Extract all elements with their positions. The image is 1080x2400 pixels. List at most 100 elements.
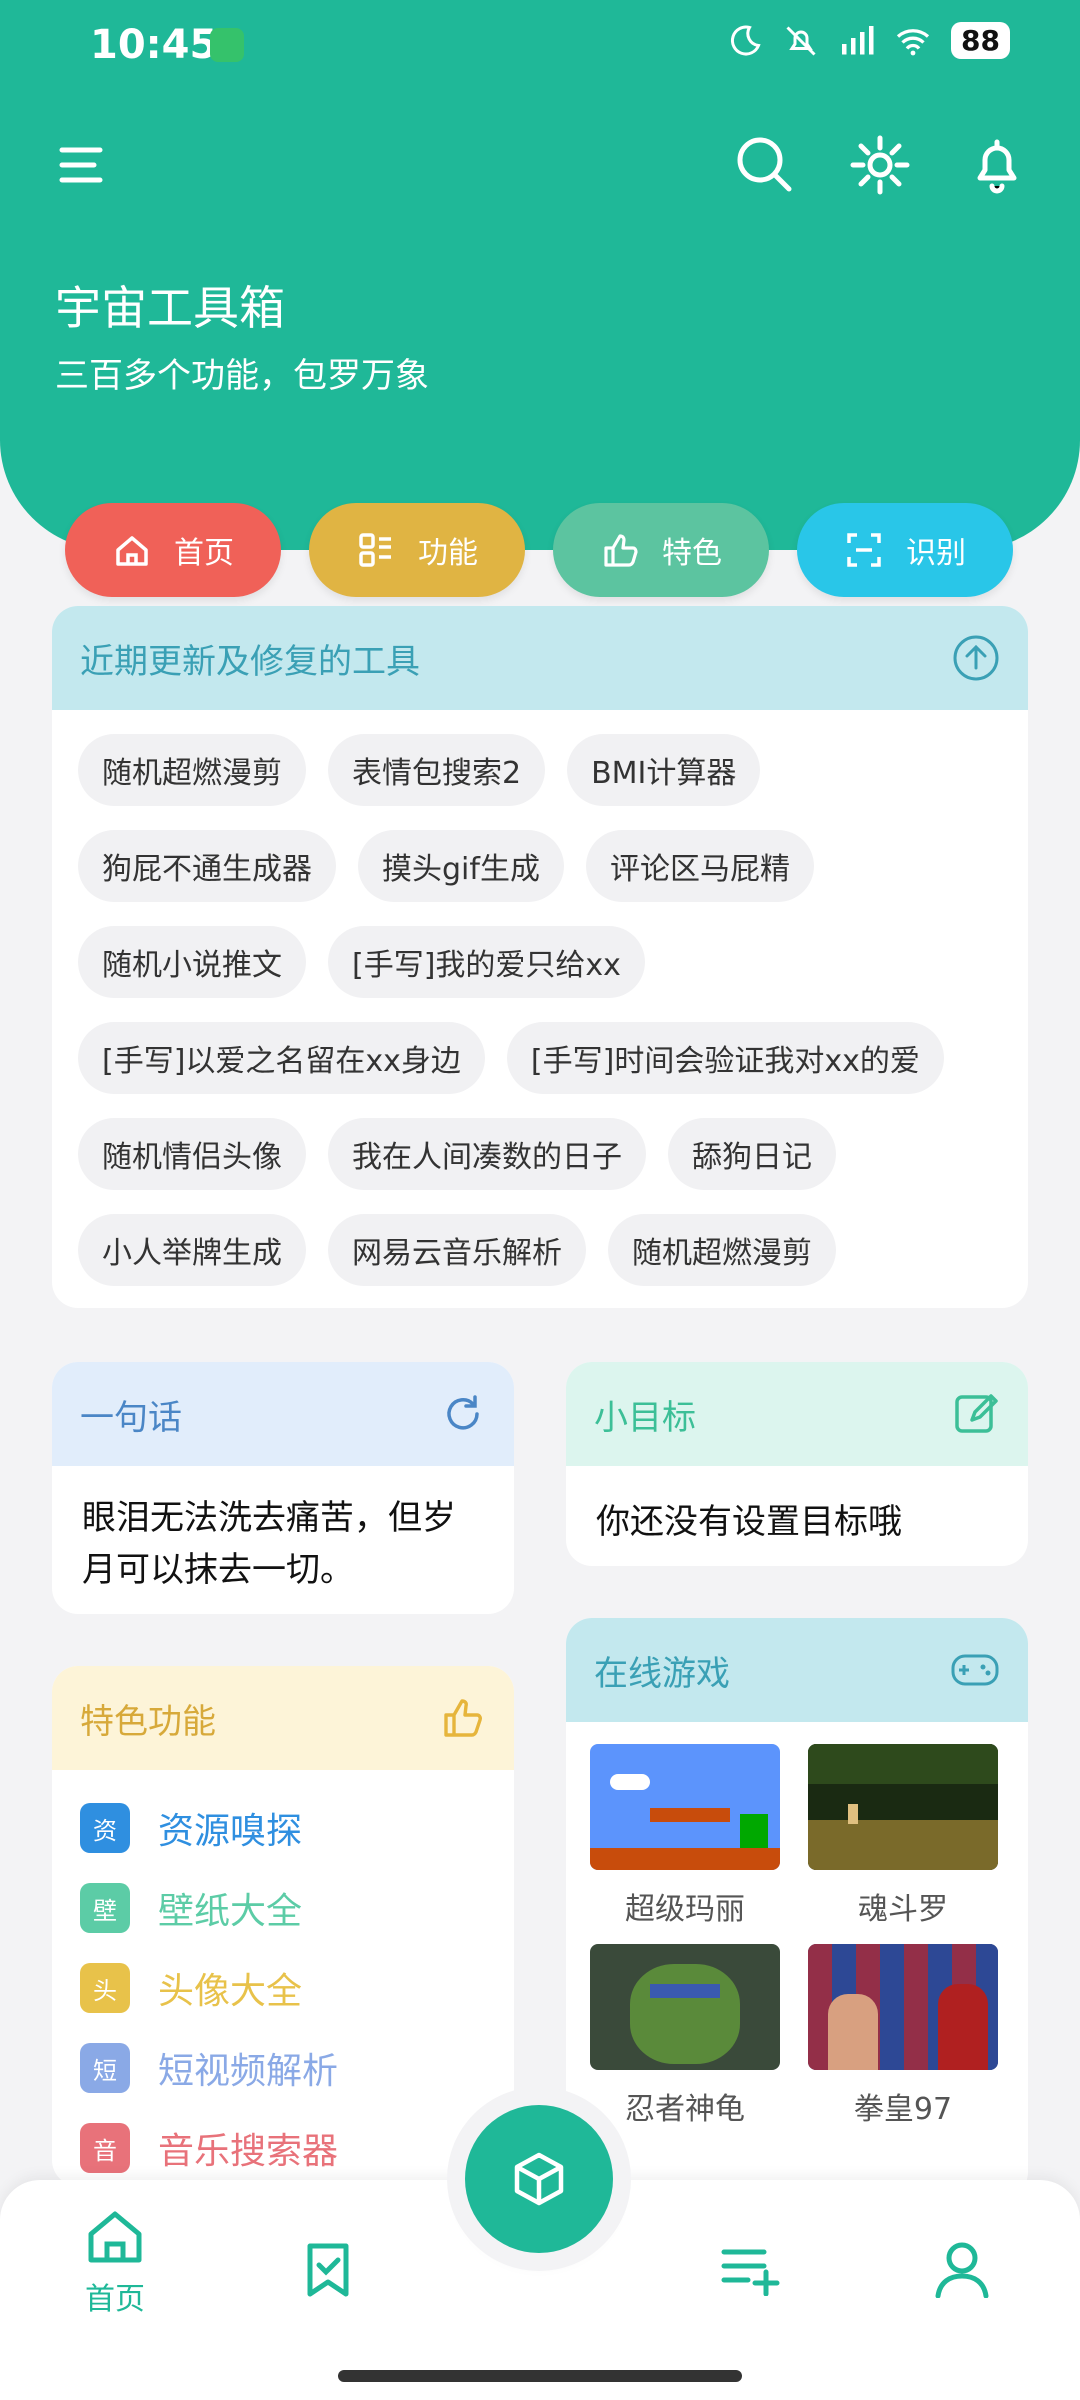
game-thumbnail [808,1944,998,2070]
feature-item-wallpapers[interactable]: 壁 壁纸大全 [80,1868,486,1948]
feature-badge: 音 [80,2123,130,2173]
wifi-icon [896,28,930,55]
pill-recognize[interactable]: 识别 [797,503,1013,597]
pill-functions[interactable]: 功能 [309,503,525,597]
game-kof97[interactable]: 拳皇97 [808,1944,998,2128]
nav-profile[interactable] [932,2238,992,2302]
pill-features[interactable]: 特色 [553,503,769,597]
tool-chip[interactable]: 狗屁不通生成器 [78,830,336,902]
nav-playlist-add[interactable] [720,2242,784,2300]
tool-chip[interactable]: 随机超燃漫剪 [608,1214,836,1286]
pill-recognize-label: 识别 [906,536,966,571]
nav-bookmarks[interactable] [298,2240,358,2304]
home-indicator[interactable] [338,2370,742,2382]
feature-badge: 壁 [80,1883,130,1933]
search-icon[interactable] [730,130,800,200]
feature-item-video-parse[interactable]: 短 短视频解析 [80,2028,486,2108]
goal-header: 小目标 [566,1362,1028,1466]
game-super-mario[interactable]: 超级玛丽 [590,1744,780,1928]
bell-icon[interactable] [962,130,1032,200]
tool-chip[interactable]: 随机超燃漫剪 [78,734,306,806]
features-list: 资 资源嗅探 壁 壁纸大全 头 头像大全 短 短视频解析 音 音乐搜索器 [52,1770,514,2186]
cube-icon [514,2152,564,2206]
user-icon [935,2242,989,2299]
features-card: 特色功能 资 资源嗅探 壁 壁纸大全 头 头像大全 短 短视频解析 音 音乐搜索… [52,1666,514,2186]
status-time: 10:45 [90,22,218,68]
game-thumbnail [808,1744,998,1870]
game-name: 魂斗罗 [858,1892,948,1927]
status-bar: 10:45 88 [0,0,1080,100]
feature-label: 短视频解析 [158,2051,339,2092]
tool-chip[interactable]: [手写]时间会验证我对xx的爱 [506,1022,944,1094]
bookmark-check-icon [307,2243,349,2297]
recent-tools-list: 随机超燃漫剪 表情包搜索2 BMI计算器 狗屁不通生成器 摸头gif生成 评论区… [52,710,1028,1308]
home-icon [116,536,148,566]
grid-icon [359,533,391,567]
quote-card: 一句话 眼泪无法洗去痛苦，但岁月可以抹去一切。 [52,1362,514,1614]
game-name: 超级玛丽 [625,1892,745,1927]
quick-nav-pills: 首页 功能 特色 识别 [0,503,1080,599]
app-title: 宇宙工具箱 [55,281,285,335]
feature-item-avatars[interactable]: 头 头像大全 [80,1948,486,2028]
thumbs-up-icon [604,534,638,567]
features-title: 特色功能 [80,1701,216,1742]
nav-home-label: 首页 [85,2282,145,2317]
nav-home[interactable]: 首页 [80,2208,150,2318]
gamepad-icon [951,1654,999,1686]
scan-icon [847,533,881,567]
tool-chip[interactable]: 随机情侣头像 [78,1118,306,1190]
feature-badge: 头 [80,1963,130,2013]
tool-chip[interactable]: [手写]以爱之名留在xx身边 [78,1022,485,1094]
games-card: 在线游戏 超级玛丽 魂斗罗 忍者神龟 拳皇97 [566,1618,1028,2198]
tool-chip[interactable]: 随机小说推文 [78,926,306,998]
tool-chip[interactable]: 小人举牌生成 [78,1214,306,1286]
recent-tools-title: 近期更新及修复的工具 [80,641,420,682]
tool-chip[interactable]: BMI计算器 [567,734,761,806]
phone-call-icon [210,28,244,62]
edit-icon[interactable] [952,1390,1000,1438]
quote-header: 一句话 [52,1362,514,1466]
app-subtitle: 三百多个功能，包罗万象 [55,356,429,396]
feature-item-resource-sniff[interactable]: 资 资源嗅探 [80,1788,486,1868]
app-header: 10:45 88 宇宙工具箱 三百多个功能，包罗万象 [0,0,1080,550]
game-tmnt[interactable]: 忍者神龟 [590,1944,780,2128]
feature-item-music-search[interactable]: 音 音乐搜索器 [80,2108,486,2186]
arrow-up-circle-icon[interactable] [952,634,1000,682]
pill-functions-label: 功能 [418,536,478,571]
tool-chip[interactable]: 摸头gif生成 [358,830,564,902]
signal-icon [842,25,874,54]
goal-text: 你还没有设置目标哦 [596,1502,902,1542]
feature-label: 壁纸大全 [158,1891,303,1932]
moon-icon [731,25,761,55]
recent-tools-header: 近期更新及修复的工具 [52,606,1028,710]
tool-chip[interactable]: 舔狗日记 [668,1118,836,1190]
home-icon [88,2211,142,2263]
menu-icon[interactable] [50,130,120,200]
quote-title: 一句话 [80,1397,182,1438]
feature-badge: 短 [80,2043,130,2093]
gear-icon[interactable] [845,130,915,200]
tool-chip[interactable]: [手写]我的爱只给xx [328,926,645,998]
game-contra[interactable]: 魂斗罗 [808,1744,998,1928]
feature-badge: 资 [80,1803,130,1853]
games-grid: 超级玛丽 魂斗罗 忍者神龟 拳皇97 [566,1722,1028,2166]
games-title: 在线游戏 [594,1653,730,1694]
pill-home[interactable]: 首页 [65,503,281,597]
features-header: 特色功能 [52,1666,514,1770]
game-thumbnail [590,1744,780,1870]
tool-chip[interactable]: 表情包搜索2 [328,734,546,806]
bell-muted-icon [786,25,816,56]
goal-card: 小目标 你还没有设置目标哦 [566,1362,1028,1566]
games-header: 在线游戏 [566,1618,1028,1722]
feature-label: 头像大全 [158,1971,303,2012]
pill-features-label: 特色 [662,536,722,571]
center-cube-button[interactable] [465,2105,613,2253]
quote-text: 眼泪无法洗去痛苦，但岁月可以抹去一切。 [82,1498,456,1590]
refresh-icon[interactable] [440,1391,486,1437]
recent-tools-card: 近期更新及修复的工具 随机超燃漫剪 表情包搜索2 BMI计算器 狗屁不通生成器 … [52,606,1028,1308]
feature-label: 资源嗅探 [158,1811,303,1852]
tool-chip[interactable]: 我在人间凑数的日子 [328,1118,646,1190]
pill-home-label: 首页 [174,536,234,571]
tool-chip[interactable]: 网易云音乐解析 [328,1214,586,1286]
tool-chip[interactable]: 评论区马屁精 [585,830,814,902]
